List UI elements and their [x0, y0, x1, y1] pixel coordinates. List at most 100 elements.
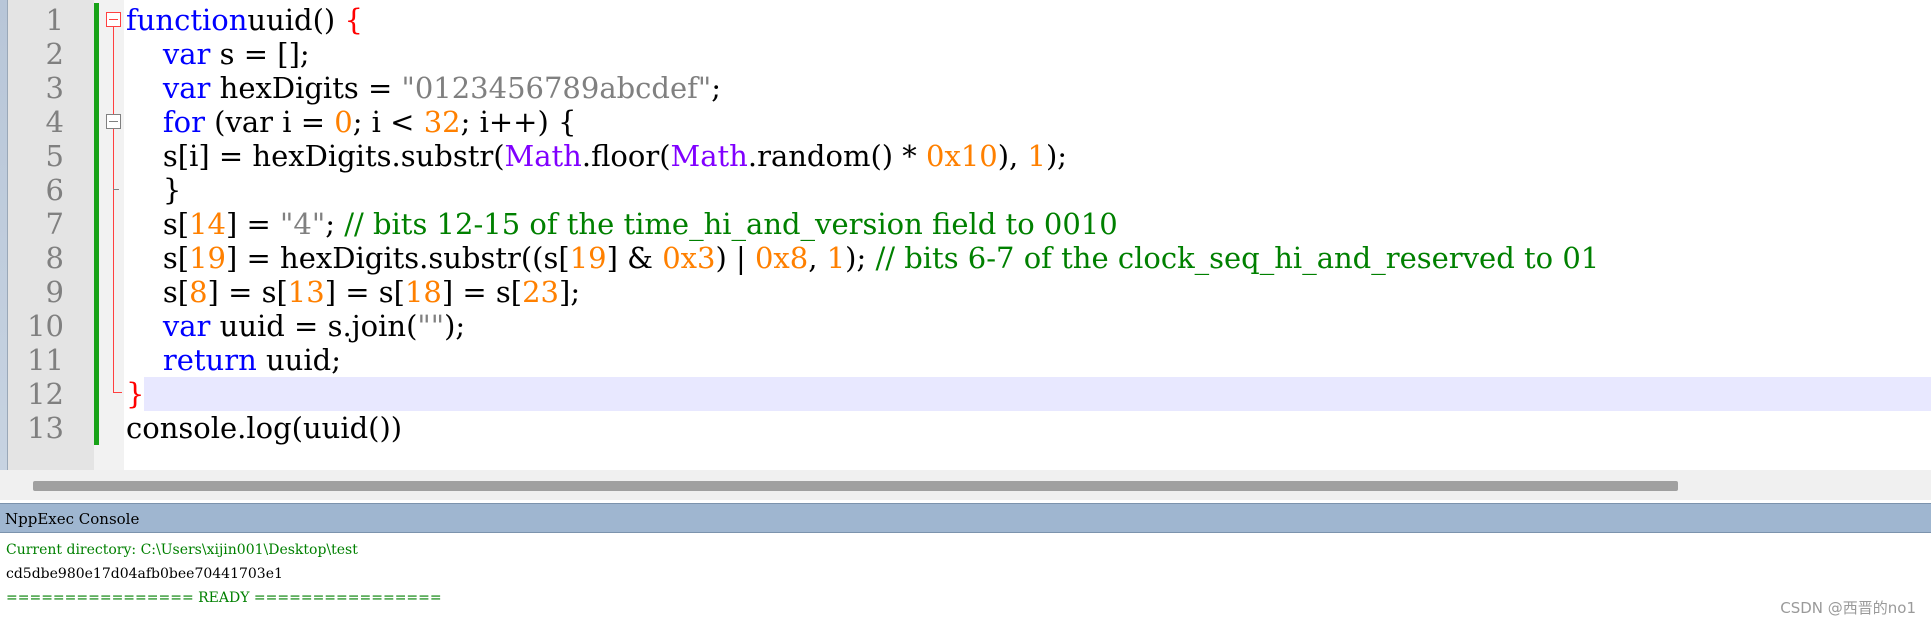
line-number: 1: [45, 3, 64, 37]
line-number: 9: [45, 275, 64, 309]
fold-end-function: [113, 392, 122, 393]
code-token: 8: [189, 275, 208, 309]
line-number: 6: [45, 173, 64, 207]
code-token: ; i <: [352, 105, 424, 139]
code-token: ] = hexDigits.substr((s[: [225, 241, 570, 275]
code-token: function: [126, 3, 248, 37]
code-token: .random() *: [747, 139, 927, 173]
code-line[interactable]: return uuid;: [126, 343, 341, 377]
code-token: "0123456789abcdef": [401, 71, 712, 105]
code-token: Math: [670, 139, 748, 173]
line-number: 2: [45, 37, 64, 71]
code-token: s[: [126, 241, 190, 275]
code-token: // bits 6-7 of the clock_seq_hi_and_rese…: [875, 241, 1600, 275]
code-token: 19: [189, 241, 226, 275]
code-token: ] = s[: [207, 275, 288, 309]
code-token: var: [162, 37, 211, 71]
code-token: 14: [189, 207, 226, 241]
code-line[interactable]: }: [126, 377, 144, 411]
line-number: 10: [27, 309, 64, 343]
code-token: }: [126, 377, 145, 411]
code-token: s[: [126, 207, 190, 241]
code-line[interactable]: s[8] = s[13] = s[18] = s[23];: [126, 275, 580, 309]
code-token: ] =: [225, 207, 281, 241]
line-number: 8: [45, 241, 64, 275]
window-edge: [0, 0, 8, 500]
watermark: CSDN @西晋的no1: [1780, 599, 1916, 617]
fold-toggle-for[interactable]: [106, 114, 121, 129]
code-token: 19: [569, 241, 607, 275]
code-token: hexDigits =: [210, 71, 402, 105]
console-panel-header: NppExec Console: [0, 503, 1931, 533]
code-token: console.log(uuid()): [126, 411, 403, 445]
code-token: "4": [280, 207, 326, 241]
code-token: ),: [997, 139, 1028, 173]
line-number: 12: [27, 377, 64, 411]
code-token: (var i =: [204, 105, 335, 139]
line-number: 4: [45, 105, 64, 139]
code-token: return: [162, 343, 257, 377]
code-token: );: [1045, 139, 1068, 173]
code-line[interactable]: }: [126, 173, 181, 207]
code-token: Math: [504, 139, 582, 173]
line-number: 5: [45, 139, 64, 173]
code-token: uuid;: [256, 343, 341, 377]
code-token: s[i] = hexDigits.substr(: [126, 139, 505, 173]
code-line[interactable]: functionuuid() {: [126, 3, 363, 37]
fold-toggle-function[interactable]: [106, 12, 121, 27]
code-token: 1: [826, 241, 846, 275]
code-token: .floor(: [581, 139, 671, 173]
code-token: 23: [522, 275, 559, 309]
code-line[interactable]: console.log(uuid()): [126, 411, 402, 445]
code-token: ) |: [715, 241, 755, 275]
code-line[interactable]: s[19] = hexDigits.substr((s[19] & 0x3) |…: [126, 241, 1599, 275]
code-token: 0: [334, 105, 353, 139]
console-output-line: cd5dbe980e17d04afb0bee70441703e1: [6, 566, 283, 582]
code-token: );: [444, 309, 466, 343]
code-token: ] &: [606, 241, 663, 275]
code-token: ;: [711, 71, 722, 105]
code-line[interactable]: var hexDigits = "0123456789abcdef";: [126, 71, 721, 105]
code-line[interactable]: s[i] = hexDigits.substr(Math.floor(Math.…: [126, 139, 1067, 173]
change-history-bar: [94, 3, 99, 445]
code-line[interactable]: var s = [];: [126, 37, 310, 71]
code-token: ] = s[: [441, 275, 523, 309]
code-token: ;: [325, 207, 345, 241]
line-number: 3: [45, 71, 64, 105]
current-line-highlight: [144, 377, 1931, 411]
code-token: );: [845, 241, 876, 275]
code-token: 0x3: [662, 241, 716, 275]
code-token: 1: [1027, 139, 1046, 173]
code-token: "": [417, 309, 445, 343]
code-token: s = [];: [210, 37, 310, 71]
horizontal-scrollbar[interactable]: [0, 470, 1931, 500]
code-editor[interactable]: 1 2 3 4 5 6 7 8 9 10 11 12 13 functionuuid() { var s…: [0, 0, 1931, 470]
code-token: 18: [404, 275, 442, 309]
code-token: s[: [126, 275, 190, 309]
horizontal-scrollbar-thumb[interactable]: [33, 481, 1678, 491]
code-line[interactable]: var uuid = s.join("");: [126, 309, 465, 343]
code-token: for: [162, 105, 205, 139]
code-token: 0x8: [754, 241, 809, 275]
code-token: ,: [808, 241, 827, 275]
fold-line-function: [113, 27, 114, 392]
console-title: NppExec Console: [5, 510, 140, 528]
console-output[interactable]: Current directory: C:\Users\xijin001\Des…: [0, 533, 1931, 627]
code-line[interactable]: for (var i = 0; i < 32; i++) {: [126, 105, 577, 139]
line-number: 13: [27, 411, 64, 445]
code-token: 0x10: [926, 139, 998, 173]
line-number: 7: [45, 207, 64, 241]
code-line[interactable]: s[14] = "4"; // bits 12-15 of the time_h…: [126, 207, 1118, 241]
code-token: ] = s[: [324, 275, 405, 309]
code-token: }: [126, 173, 182, 207]
code-token: {: [344, 3, 363, 37]
code-token: var: [162, 309, 211, 343]
code-token: ; i++) {: [460, 105, 577, 139]
code-token: ];: [559, 275, 581, 309]
code-token: var: [162, 71, 211, 105]
